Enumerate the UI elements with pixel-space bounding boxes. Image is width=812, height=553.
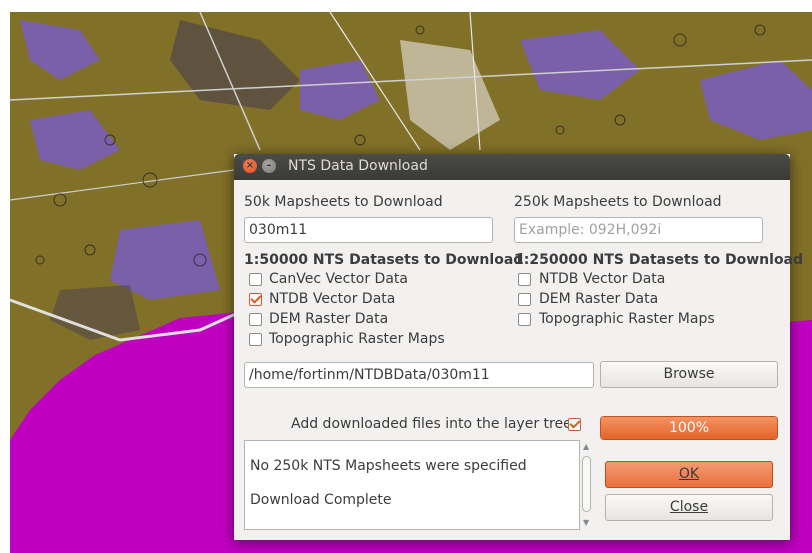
label-250k-mapsheets: 250k Mapsheets to Download	[514, 194, 722, 210]
label-50k-canvec: CanVec Vector Data	[269, 271, 408, 287]
minimize-window-icon[interactable]: –	[262, 159, 276, 173]
checkbox-50k-canvec[interactable]	[249, 273, 262, 286]
checkbox-50k-ntdb[interactable]	[249, 293, 262, 306]
scroll-up-icon[interactable]: ▲	[583, 442, 589, 451]
label-50k-topo: Topographic Raster Maps	[269, 331, 445, 347]
download-progress-bar: 100%	[600, 416, 778, 440]
nts-download-dialog: × – NTS Data Download 50k Mapsheets to D…	[234, 154, 803, 540]
checkbox-250k-dem[interactable]	[518, 293, 531, 306]
log-line: Download Complete	[250, 492, 392, 508]
label-250k-topo: Topographic Raster Maps	[539, 311, 715, 327]
label-50k-mapsheets: 50k Mapsheets to Download	[244, 194, 443, 210]
label-50k-dem: DEM Raster Data	[269, 311, 389, 327]
scrollbar-thumb[interactable]	[582, 456, 591, 512]
add-to-layer-tree-checkbox[interactable]	[568, 418, 581, 431]
scroll-down-icon[interactable]: ▼	[583, 518, 589, 527]
ok-button-label: OK	[678, 466, 700, 482]
label-250k-ntdb: NTDB Vector Data	[539, 271, 666, 287]
close-button-label: Close	[669, 499, 709, 515]
input-250k-mapsheets[interactable]: Example: 092H,092i	[514, 217, 763, 243]
ok-button[interactable]: OK	[605, 461, 773, 488]
title-bar[interactable]: × – NTS Data Download	[234, 154, 790, 180]
output-path-field[interactable]: /home/fortinm/NTDBData/030m11	[244, 362, 594, 388]
log-line: No 250k NTS Mapsheets were specified	[250, 458, 527, 474]
checkbox-50k-dem[interactable]	[249, 313, 262, 326]
checkbox-250k-ntdb[interactable]	[518, 273, 531, 286]
input-50k-mapsheets[interactable]: 030m11	[244, 217, 493, 243]
dialog-title: NTS Data Download	[288, 158, 428, 174]
heading-50k-datasets: 1:50000 NTS Datasets to Download	[244, 252, 524, 268]
add-to-layer-tree-label: Add downloaded files into the layer tree	[291, 416, 572, 432]
log-scrollbar[interactable]: ▲ ▼	[580, 440, 594, 530]
label-250k-dem: DEM Raster Data	[539, 291, 659, 307]
close-button[interactable]: Close	[605, 494, 773, 521]
checkbox-50k-topo[interactable]	[249, 333, 262, 346]
heading-250k-datasets: 1:250000 NTS Datasets to Download	[514, 252, 804, 268]
log-output[interactable]: No 250k NTS Mapsheets were specified Dow…	[244, 440, 580, 530]
progress-text: 100%	[668, 420, 710, 436]
browse-button[interactable]: Browse	[600, 361, 778, 388]
close-window-icon[interactable]: ×	[243, 159, 257, 173]
label-50k-ntdb: NTDB Vector Data	[269, 291, 396, 307]
checkbox-250k-topo[interactable]	[518, 313, 531, 326]
